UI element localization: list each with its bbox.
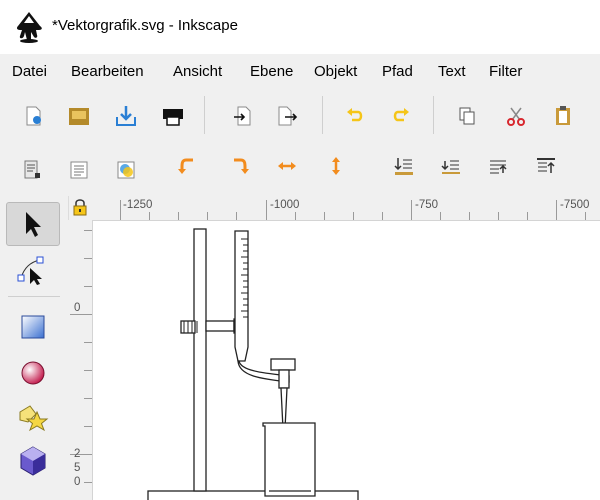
rotate-ccw-icon (178, 158, 193, 174)
lower-to-bottom-button[interactable] (389, 151, 419, 181)
ruler-label: 2 (74, 448, 81, 460)
node-editor-icon (17, 256, 44, 285)
flip-vertical-icon (332, 157, 340, 175)
export-button[interactable] (272, 101, 302, 131)
raise-to-top-button[interactable] (531, 151, 561, 181)
lower-button[interactable] (436, 151, 466, 181)
import-button[interactable] (227, 101, 257, 131)
menu-ansicht[interactable]: Ansicht (173, 63, 222, 80)
3d-box-tool[interactable] (6, 439, 60, 483)
raise-button[interactable] (483, 151, 513, 181)
document-properties-icon (24, 160, 40, 179)
fill-stroke-button[interactable] (111, 155, 141, 185)
burette-stand-drawing (147, 228, 359, 500)
print-icon (163, 109, 183, 126)
open-button[interactable] (64, 101, 94, 131)
flip-horizontal-button[interactable] (272, 151, 302, 181)
menu-datei[interactable]: Datei (12, 63, 47, 80)
ruler-label: -1000 (270, 199, 300, 211)
copy-button[interactable] (452, 101, 482, 131)
scissors-icon (507, 107, 525, 126)
document-properties-button[interactable] (17, 155, 47, 185)
toolbox (0, 196, 69, 500)
menu-ebene[interactable]: Ebene (250, 63, 293, 80)
save-icon (116, 106, 136, 126)
paste-icon (556, 106, 570, 125)
export-icon (278, 106, 298, 126)
menu-objekt[interactable]: Objekt (314, 63, 357, 80)
ruler-label: -7500 (560, 199, 590, 211)
title-bar: *Vektorgrafik.svg - Inkscape (0, 0, 600, 54)
menu-pfad[interactable]: Pfad (382, 63, 413, 80)
window-title: *Vektorgrafik.svg - Inkscape (52, 17, 238, 34)
menu-bar: Datei Bearbeiten Ansicht Ebene Objekt Pf… (0, 54, 600, 88)
redo-button[interactable] (386, 101, 416, 131)
horizontal-ruler[interactable]: -1250 -1000 -750 -7500 (92, 196, 600, 221)
toolbar-separator (433, 96, 434, 134)
menu-text[interactable]: Text (438, 63, 466, 80)
rectangle-tool[interactable] (6, 305, 60, 349)
new-document-icon (26, 106, 41, 126)
lower-icon (441, 160, 460, 174)
print-button[interactable] (158, 101, 188, 131)
rotate-ccw-button[interactable] (172, 151, 202, 181)
fill-stroke-icon (117, 161, 135, 179)
flip-vertical-button[interactable] (321, 151, 351, 181)
menu-bearbeiten[interactable]: Bearbeiten (71, 63, 144, 80)
undo-button[interactable] (340, 101, 370, 131)
ruler-label: -750 (415, 199, 439, 211)
ruler-label: 5 (74, 462, 81, 474)
ellipse-tool[interactable] (6, 351, 60, 395)
selector-arrow-icon (26, 212, 41, 237)
new-document-button[interactable] (19, 101, 49, 131)
rotate-cw-button[interactable] (225, 151, 255, 181)
import-icon (234, 106, 251, 126)
save-button[interactable] (111, 101, 141, 131)
redo-icon (393, 108, 409, 122)
lock-icon (73, 199, 87, 216)
ruler-label: -1250 (123, 199, 153, 211)
paste-button[interactable] (548, 101, 578, 131)
star-polygon-icon (19, 405, 49, 432)
xml-editor-button[interactable] (64, 155, 94, 185)
inkscape-logo-icon (12, 10, 46, 44)
copy-icon (459, 107, 475, 125)
cut-button[interactable] (501, 101, 531, 131)
ruler-label: 0 (74, 302, 81, 314)
circle-icon (21, 361, 45, 385)
star-tool[interactable] (6, 395, 60, 439)
selector-tool[interactable] (6, 202, 60, 246)
menu-filter[interactable]: Filter (489, 63, 522, 80)
lower-to-bottom-icon (394, 158, 413, 175)
raise-icon (490, 160, 507, 174)
raise-to-top-icon (537, 158, 555, 173)
ruler-ticks (120, 200, 586, 220)
undo-icon (347, 108, 363, 122)
ruler-label: 0 (74, 476, 81, 488)
flip-horizontal-icon (278, 162, 296, 170)
open-folder-icon (69, 108, 89, 125)
drawing-canvas[interactable] (93, 221, 600, 500)
node-tool[interactable] (6, 248, 60, 292)
toolbar-separator (204, 96, 205, 134)
xml-editor-icon (70, 161, 88, 179)
toolbox-separator (8, 296, 60, 297)
vertical-ruler[interactable]: 0 2 5 0 (68, 220, 93, 500)
rectangle-icon (21, 315, 45, 339)
rotate-cw-icon (234, 158, 249, 174)
guide-lock-button[interactable] (68, 196, 92, 220)
toolbar-separator (322, 96, 323, 134)
3d-box-icon (20, 446, 46, 476)
